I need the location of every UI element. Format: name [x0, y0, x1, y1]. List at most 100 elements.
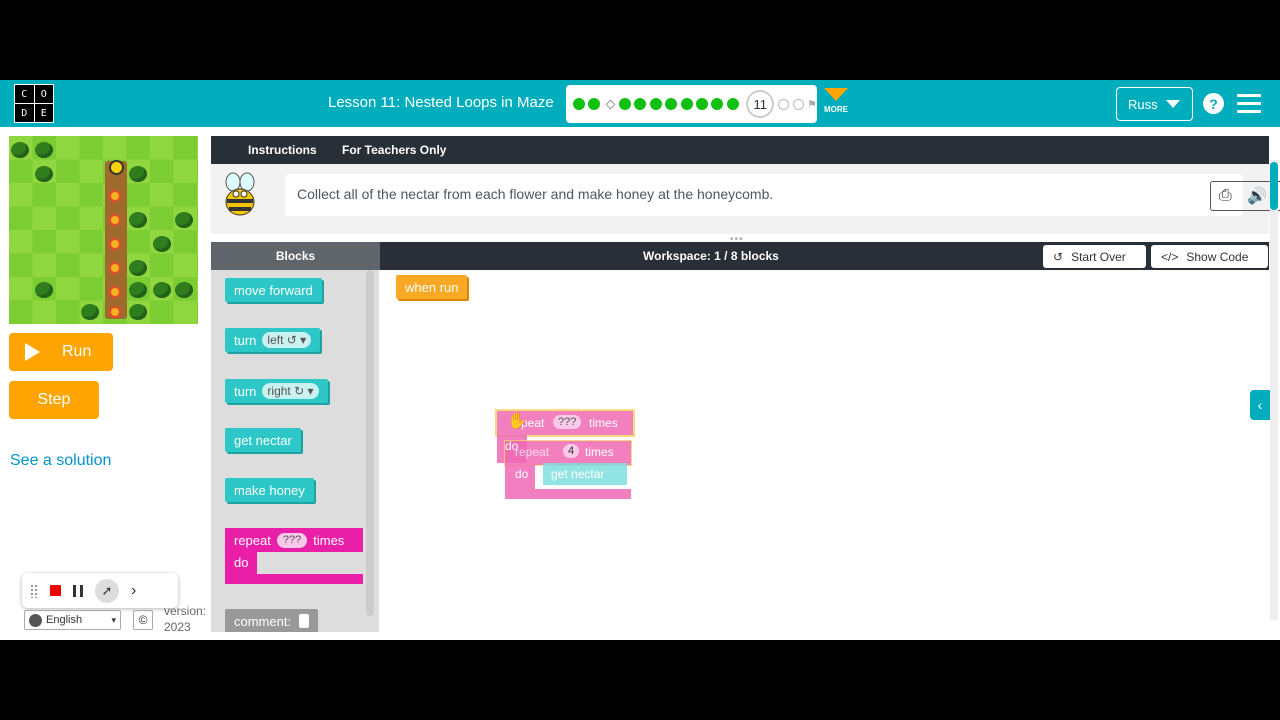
level-dot-10[interactable] — [726, 98, 739, 110]
page-scrollbar-track[interactable] — [1270, 160, 1278, 620]
language-select[interactable]: English ▾ — [24, 610, 121, 630]
viewport: C O D E Lesson 11: Nested Loops in Maze … — [0, 80, 1280, 640]
undo-icon: ↺ — [1053, 249, 1064, 264]
code-org-logo[interactable]: C O D E — [14, 84, 54, 123]
turn-right-dropdown[interactable]: right ↻ ▾ — [262, 383, 319, 399]
blocks-title: Blocks — [211, 242, 380, 270]
drag-grip-icon[interactable] — [30, 583, 38, 598]
comment-input[interactable] — [299, 614, 310, 628]
run-button[interactable]: Run — [9, 333, 113, 371]
step-button[interactable]: Step — [9, 381, 99, 419]
level-dot-3[interactable] — [618, 98, 631, 110]
more-levels-button[interactable]: MORE — [821, 88, 851, 114]
page-scrollbar-thumb[interactable] — [1270, 162, 1278, 210]
tree-icon — [153, 282, 171, 298]
flower-icon — [109, 286, 121, 298]
text-to-speech-icon[interactable]: ⎙ — [1219, 187, 1232, 205]
stop-recording-icon[interactable] — [50, 585, 61, 596]
move-forward-block[interactable]: move forward — [225, 278, 322, 302]
flag-icon[interactable]: ⚑ — [807, 98, 817, 111]
bee-sprite — [109, 160, 124, 175]
level-dot-12[interactable] — [778, 98, 790, 110]
level-dot-9[interactable] — [711, 98, 724, 110]
tree-icon — [175, 212, 193, 228]
bee-avatar-icon — [225, 172, 255, 216]
tab-teachers-only[interactable]: For Teachers Only — [342, 143, 446, 157]
hamburger-menu-icon[interactable] — [1237, 94, 1261, 113]
user-menu-button[interactable]: Russ — [1116, 87, 1193, 121]
code-icon: </> — [1161, 249, 1179, 264]
comment-label: comment: — [234, 613, 292, 629]
lesson-title[interactable]: Lesson 11: Nested Loops in Maze — [328, 94, 554, 111]
help-icon[interactable]: ? — [1203, 93, 1224, 114]
tree-icon — [175, 282, 193, 298]
level-dot-5[interactable] — [649, 98, 662, 110]
show-code-button[interactable]: </> Show Code — [1151, 245, 1268, 268]
current-level-indicator[interactable]: 11 — [746, 90, 775, 118]
level-progress-bar: 11 ⚑ — [566, 85, 817, 123]
inner-do-label: do — [515, 467, 529, 481]
level-dot-4[interactable] — [634, 98, 647, 110]
inner-repeat-footer — [505, 489, 631, 499]
level-dot-13[interactable] — [793, 98, 805, 110]
turn-right-label: turn — [234, 383, 257, 399]
tree-icon — [129, 212, 147, 228]
tree-icon — [153, 236, 171, 252]
tab-instructions[interactable]: Instructions — [248, 143, 317, 157]
collapse-panel-chevron-icon[interactable]: ‹ — [1250, 390, 1270, 420]
screen-recorder-toolbar: ➚ › — [22, 573, 178, 608]
instructions-text: Collect all of the nectar from each flow… — [297, 186, 774, 202]
repeat-count-input[interactable]: ??? — [276, 532, 308, 548]
comment-block[interactable]: comment: — [225, 609, 319, 632]
dragged-nested-repeat-block[interactable]: peat ??? times do repeat 4 times do get … — [495, 409, 635, 501]
grab-cursor-icon: ✋ — [507, 413, 527, 430]
toolbox-scrollbar[interactable] — [366, 270, 374, 616]
workspace-title: Workspace: 1 / 8 blocks — [643, 249, 779, 263]
flower-icon — [109, 238, 121, 250]
flower-icon — [109, 214, 121, 226]
pointer-cursor-icon[interactable]: ➚ — [95, 578, 119, 603]
tree-icon — [81, 304, 99, 320]
outer-repeat-count[interactable]: ??? — [553, 415, 582, 429]
outer-times-label: times — [589, 416, 618, 430]
repeat-block-footer — [225, 574, 363, 584]
more-triangle-icon — [824, 88, 848, 101]
move-forward-label: move forward — [234, 282, 313, 298]
level-dot-6[interactable] — [665, 98, 678, 110]
inner-repeat-label: repeat — [515, 445, 550, 459]
play-icon — [25, 343, 40, 361]
speaker-icon[interactable]: 🔊 — [1247, 186, 1267, 206]
when-run-block[interactable]: when run — [396, 275, 468, 299]
inner-repeat-count[interactable]: 4 — [563, 444, 580, 458]
turn-left-value: left ↺ — [267, 333, 297, 347]
maze-visualization — [9, 136, 198, 324]
start-over-label: Start Over — [1071, 249, 1126, 264]
tree-icon — [129, 260, 147, 276]
get-nectar-block[interactable]: get nectar — [225, 428, 301, 452]
level-dot-2[interactable] — [588, 98, 601, 110]
tree-icon — [35, 282, 53, 298]
turn-right-block[interactable]: turn right ↻ ▾ — [225, 379, 328, 403]
flower-icon — [109, 190, 121, 202]
copyright-button[interactable]: © — [133, 610, 153, 630]
block-toolbox: move forward turn left ↺ ▾ turn right ↻ … — [211, 270, 379, 632]
pause-icon[interactable] — [73, 584, 83, 597]
repeat-block[interactable]: repeat ??? times do — [225, 528, 363, 584]
top-bar: C O D E Lesson 11: Nested Loops in Maze … — [0, 80, 1280, 127]
start-over-button[interactable]: ↺ Start Over — [1043, 245, 1146, 268]
level-dot-1[interactable] — [573, 98, 585, 110]
tree-icon — [35, 166, 53, 182]
make-honey-block[interactable]: make honey — [225, 478, 314, 502]
turn-left-dropdown[interactable]: left ↺ ▾ — [262, 332, 312, 348]
language-value: English — [46, 614, 83, 626]
level-dot-8[interactable] — [696, 98, 708, 110]
turn-left-block[interactable]: turn left ↺ ▾ — [225, 328, 321, 352]
chevron-right-icon[interactable]: › — [131, 582, 136, 600]
logo-letter-o: O — [34, 85, 53, 103]
repeat-times-label: times — [313, 532, 345, 548]
flower-icon — [109, 262, 121, 274]
level-dot-7[interactable] — [680, 98, 693, 110]
see-solution-link[interactable]: See a solution — [10, 452, 111, 470]
instructions-tab-bar: Instructions For Teachers Only — [211, 136, 1269, 164]
level-diamond-icon[interactable] — [605, 99, 616, 109]
